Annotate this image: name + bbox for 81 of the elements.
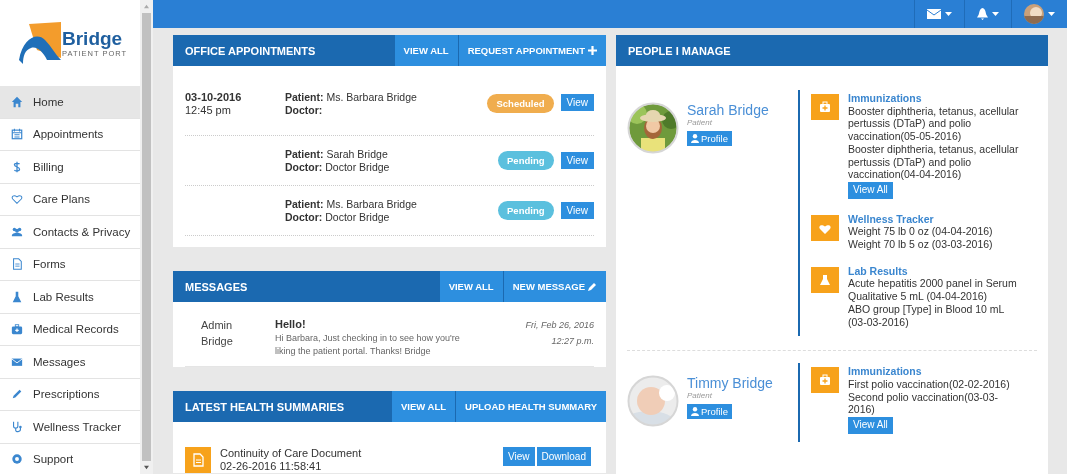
user-icon — [691, 134, 699, 143]
medkit-icon — [811, 94, 839, 120]
record-entry: ABO group [Type] in Blood 10 mL (03-03-2016) — [848, 302, 1006, 329]
status-badge: Pending — [498, 201, 554, 220]
request-appointment-button[interactable]: REQUEST APPOINTMENT — [457, 35, 606, 66]
document-title: Continuity of Care Document — [220, 447, 363, 460]
bell-icon — [977, 8, 988, 20]
message-time: 12:27 p.m. — [550, 335, 594, 348]
view-all-button[interactable]: VIEW ALL — [393, 35, 458, 66]
person-name[interactable]: Sarah Bridge — [687, 102, 769, 118]
pencil-icon — [588, 282, 597, 291]
lifebuoy-icon — [11, 453, 23, 466]
section-title[interactable]: Wellness Tracker — [848, 212, 1020, 226]
view-all-button[interactable]: VIEW ALL — [438, 271, 503, 302]
heart-icon — [11, 193, 23, 206]
logo-wordmark: Bridge — [62, 28, 124, 49]
record-entry: Second polio vaccination(03-03-2016) — [848, 390, 999, 417]
dollar-icon — [11, 160, 23, 173]
section-title[interactable]: Lab Results — [848, 264, 1020, 278]
caret-icon — [1048, 12, 1055, 16]
person-role: Patient — [687, 118, 712, 127]
document-date: 02-26-2016 11:58:41 — [220, 460, 323, 473]
panel-title: MESSAGES — [184, 280, 249, 293]
medkit-icon — [11, 323, 23, 336]
person-role: Patient — [687, 391, 712, 401]
users-icon — [11, 225, 23, 238]
patient-line: Patient: Ms. Barbara Bridge — [285, 197, 418, 211]
profile-button[interactable]: Profile — [687, 131, 732, 146]
record-entry: Weight 75 lb 0 oz (04-04-2016) — [848, 225, 994, 239]
section-title[interactable]: Immunizations — [848, 92, 1020, 105]
patient-line: Patient: Sarah Bridge — [285, 147, 389, 161]
download-button[interactable]: Download — [536, 447, 591, 466]
upload-health-summary-button[interactable]: UPLOAD HEALTH SUMMARY — [455, 391, 606, 422]
appointment-time: 12:45 pm — [185, 104, 232, 117]
envelope-icon — [927, 9, 941, 19]
caret-icon — [945, 12, 952, 16]
flask-icon — [811, 266, 839, 293]
view-all-button[interactable]: VIEW ALL — [391, 391, 456, 422]
document-icon — [11, 258, 23, 271]
patient-line: Patient: Ms. Barbara Bridge — [285, 91, 418, 104]
view-button[interactable]: View — [503, 447, 535, 466]
message-subject[interactable]: Hello! — [275, 317, 526, 332]
view-button[interactable]: View — [560, 202, 594, 219]
record-entry: Weight 70 lb 5 oz (03-03-2016) — [848, 238, 994, 251]
sidebar-item[interactable]: Home — [0, 86, 140, 119]
message-date: Fri, Feb 26, 2016 — [525, 319, 594, 332]
section-title[interactable]: Immunizations — [848, 365, 1020, 378]
panel-title: OFFICE APPOINTMENTS — [184, 44, 317, 57]
profile-button[interactable]: Profile — [687, 404, 732, 420]
record-entry: Booster diphtheria, tetanus, acellular pertussis (DTaP) and polio vaccination(05-05-2016) — [848, 104, 1020, 143]
view-all-button[interactable]: View All — [848, 181, 893, 199]
home-icon — [11, 95, 23, 108]
stethoscope-icon — [11, 420, 23, 433]
calendar-icon — [11, 128, 23, 141]
new-message-button[interactable]: NEW MESSAGE — [502, 271, 606, 302]
appointment-date: 03-10-2016 — [185, 91, 243, 104]
medkit-icon — [811, 367, 839, 394]
view-button[interactable]: View — [560, 94, 594, 111]
message-sender: Admin Bridge — [200, 318, 234, 349]
flask-icon — [11, 290, 23, 303]
user-icon — [691, 407, 699, 417]
panel-title: PEOPLE I MANAGE — [627, 44, 732, 57]
status-badge: Scheduled — [487, 94, 554, 113]
pencil-icon — [11, 388, 23, 401]
record-entry: Acute hepatitis 2000 panel in Serum Qualitative 5 mL (04-04-2016) — [848, 277, 1018, 303]
record-entry: First polio vaccination(02-02-2016) — [848, 377, 1011, 391]
doctor-line: Doctor: Doctor Bridge — [285, 210, 391, 224]
view-all-button[interactable]: View All — [848, 417, 893, 434]
plus-icon — [588, 46, 597, 55]
status-badge: Pending — [498, 151, 554, 170]
scroll-down-icon[interactable] — [143, 465, 150, 470]
message-preview: Hi Barbara, Just checking in to see how you're liking the patient portal. Thanks! Bridge — [275, 332, 461, 358]
doctor-line: Doctor: — [285, 104, 324, 117]
scrollbar[interactable] — [140, 0, 153, 474]
caret-icon — [992, 12, 999, 16]
record-entry: Booster diphtheria, tetanus, acellular pertussis (DTaP) and polio vaccination(04-04-2016) — [848, 142, 1020, 181]
doctor-line: Doctor: Doctor Bridge — [285, 160, 391, 174]
panel-title: LATEST HEALTH SUMMARIES — [184, 400, 346, 413]
bridge-logo-icon — [16, 20, 64, 66]
view-button[interactable]: View — [560, 152, 594, 169]
person-name[interactable]: Timmy Bridge — [687, 375, 773, 392]
